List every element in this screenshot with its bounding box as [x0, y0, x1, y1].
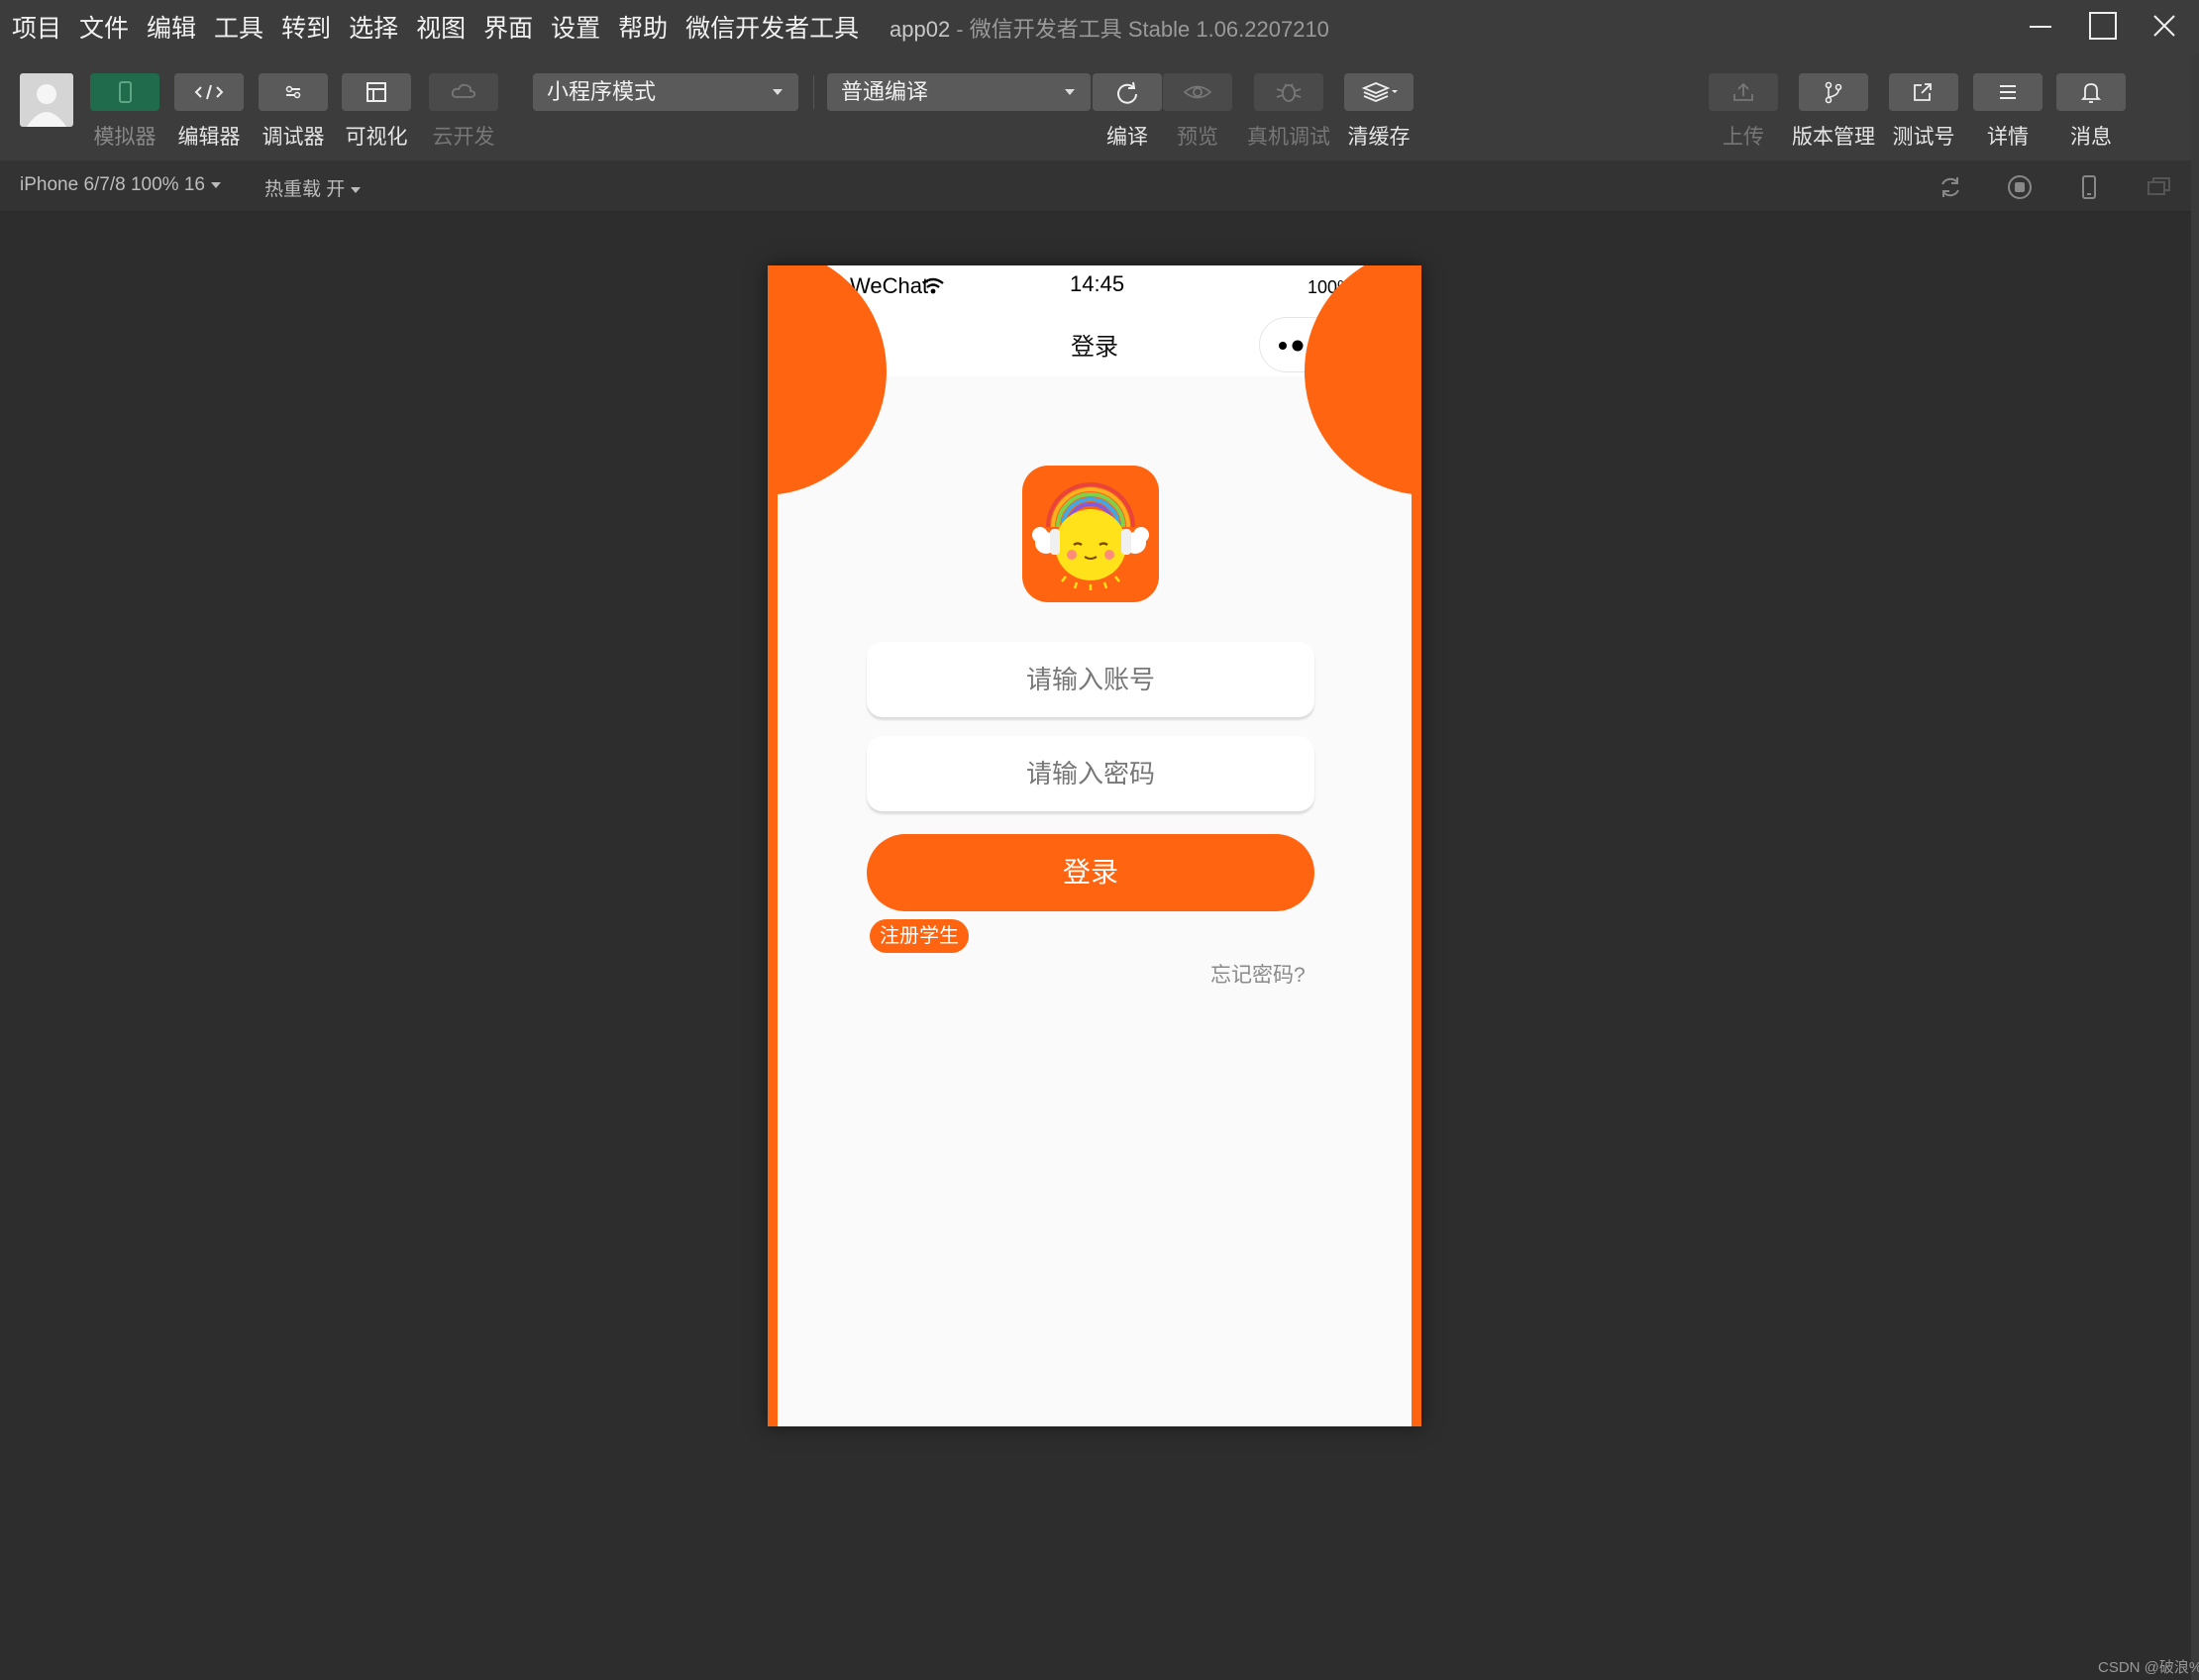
- title-bar: 项目 文件 编辑 工具 转到 选择 视图 界面 设置 帮助 微信开发者工具 ap…: [0, 0, 2199, 53]
- record-icon[interactable]: [2005, 172, 2035, 202]
- layers-icon: [1361, 82, 1398, 102]
- wifi-icon: [922, 277, 944, 294]
- compile-mode-value: 普通编译: [841, 79, 929, 104]
- forgot-password-link[interactable]: 忘记密码?: [1210, 959, 1306, 989]
- clear-cache-label: 清缓存: [1347, 126, 1411, 149]
- upload-button[interactable]: 上传: [1709, 73, 1778, 151]
- eye-icon: [1183, 85, 1212, 99]
- toolbar-divider: [813, 75, 814, 109]
- menu-goto[interactable]: 转到: [281, 9, 331, 45]
- cloud-dev-label: 云开发: [432, 126, 495, 149]
- clear-cache-button[interactable]: 清缓存: [1344, 73, 1414, 151]
- password-input[interactable]: 请输入密码: [867, 736, 1314, 811]
- close-window-button[interactable]: [2145, 8, 2184, 46]
- refresh-icon: [1117, 81, 1137, 104]
- menu-select[interactable]: 选择: [349, 9, 398, 45]
- cloud-icon: [451, 83, 476, 98]
- menu-project[interactable]: 项目: [12, 9, 61, 45]
- preview-button[interactable]: 预览: [1163, 73, 1232, 151]
- password-placeholder: 请输入密码: [1025, 759, 1155, 788]
- chevron-down-icon: [211, 181, 221, 188]
- details-button[interactable]: 详情: [1973, 73, 2042, 151]
- debugger-button[interactable]: 调试器: [259, 73, 328, 151]
- chevron-down-icon: [773, 89, 783, 95]
- toolbar: 模拟器 编辑器 调试器 可视化 云开发 小程序模式 普通编译 编译 预览 真机调…: [0, 53, 2199, 160]
- phone-status-bar: ●●●●● WeChat 14:45 100%: [768, 265, 1421, 305]
- device-select[interactable]: iPhone 6/7/8 100% 16: [20, 174, 221, 196]
- device-bar: iPhone 6/7/8 100% 16 热重载 开: [0, 160, 2199, 212]
- rotate-icon[interactable]: [1936, 172, 1965, 202]
- carrier-name: WeChat: [850, 273, 929, 298]
- maximize-button[interactable]: [2083, 8, 2123, 46]
- layout-icon: [366, 82, 386, 102]
- bug-icon: [1276, 83, 1302, 102]
- user-icon: [27, 84, 66, 127]
- hot-reload-toggle[interactable]: 热重载 开: [264, 174, 362, 201]
- app-version-title: - 微信开发者工具 Stable 1.06.2207210: [950, 17, 1329, 42]
- right-accent-strip: [1412, 376, 1421, 1426]
- account-input[interactable]: 请输入账号: [867, 642, 1314, 717]
- watermark: CSDN @破浪%: [2098, 1659, 2199, 1676]
- close-icon: [2153, 15, 2175, 37]
- sun-logo-icon: [1032, 482, 1149, 590]
- editor-button[interactable]: 编辑器: [174, 73, 244, 151]
- test-account-button[interactable]: 测试号: [1889, 73, 1958, 151]
- status-time: 14:45: [1070, 271, 1125, 296]
- menu-bar: 项目 文件 编辑 工具 转到 选择 视图 界面 设置 帮助 微信开发者工具: [12, 0, 877, 53]
- account-placeholder: 请输入账号: [1025, 665, 1155, 694]
- user-avatar[interactable]: [20, 73, 73, 127]
- chevron-down-icon: [351, 186, 362, 193]
- external-link-icon: [1914, 83, 1932, 101]
- menu-settings[interactable]: 设置: [551, 9, 600, 45]
- left-accent-strip: [768, 376, 778, 1426]
- cloud-dev-button[interactable]: 云开发: [429, 73, 498, 151]
- messages-button[interactable]: 消息: [2056, 73, 2126, 151]
- simulator-screen: ●●●●● WeChat 14:45 100% 登录: [768, 265, 1421, 1426]
- branch-icon: [1825, 81, 1842, 104]
- menu-edit[interactable]: 编辑: [147, 9, 196, 45]
- upload-icon: [1733, 82, 1753, 101]
- scrollbar[interactable]: [2191, 53, 2199, 1680]
- simulator-button[interactable]: 模拟器: [90, 73, 159, 151]
- app-logo: [1022, 466, 1159, 602]
- code-icon: [194, 84, 224, 100]
- menu-help[interactable]: 帮助: [618, 9, 668, 45]
- menu-view[interactable]: 视图: [416, 9, 466, 45]
- device-debug-button[interactable]: 真机调试: [1247, 73, 1330, 151]
- window-title: app02 - 微信开发者工具 Stable 1.06.2207210: [890, 12, 1329, 44]
- mode-select[interactable]: 小程序模式: [533, 73, 798, 111]
- login-button[interactable]: 登录: [867, 834, 1314, 911]
- device-icon[interactable]: [2074, 172, 2104, 202]
- sliders-icon: [285, 85, 301, 99]
- mode-select-value: 小程序模式: [547, 79, 657, 104]
- menu-tools[interactable]: 工具: [214, 9, 263, 45]
- menu-file[interactable]: 文件: [79, 9, 129, 45]
- visual-button[interactable]: 可视化: [342, 73, 411, 151]
- hot-reload-value: 热重载 开: [264, 179, 346, 200]
- version-management-button[interactable]: 版本管理: [1792, 73, 1875, 151]
- minimize-button[interactable]: [2021, 8, 2060, 46]
- project-name: app02: [890, 17, 951, 42]
- maximize-icon: [2089, 12, 2117, 40]
- menu-icon: [2000, 85, 2016, 99]
- detach-window-icon[interactable]: [2144, 172, 2173, 202]
- chevron-down-icon: [1065, 89, 1075, 95]
- compile-mode-select[interactable]: 普通编译: [827, 73, 1091, 111]
- login-page: 请输入账号 请输入密码 登录 注册学生 忘记密码?: [768, 265, 1421, 1426]
- minimize-icon: [2030, 26, 2051, 28]
- register-student-button[interactable]: 注册学生: [870, 919, 969, 953]
- menu-interface[interactable]: 界面: [483, 9, 533, 45]
- device-select-value: iPhone 6/7/8 100% 16: [20, 174, 205, 195]
- messages-label: 消息: [2070, 126, 2112, 149]
- bell-icon: [2080, 83, 2102, 103]
- menu-wechat-devtools[interactable]: 微信开发者工具: [685, 9, 859, 45]
- phone-icon: [119, 81, 132, 103]
